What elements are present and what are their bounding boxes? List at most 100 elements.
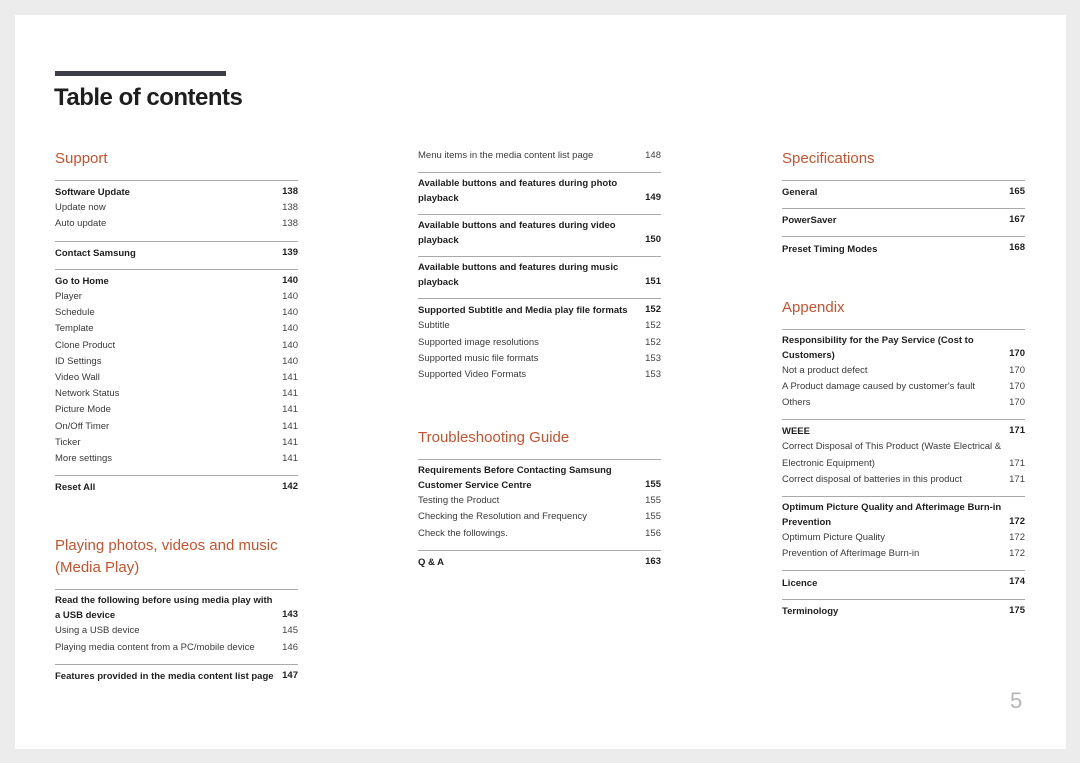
toc-entry-subitem[interactable]: Supported Video Formats 153 — [418, 367, 661, 383]
toc-entry-subitem[interactable]: Correct Disposal of This Product (Waste … — [782, 439, 1025, 471]
toc-entry-subitem[interactable]: ID Settings 140 — [55, 354, 298, 370]
toc-entry-subitem[interactable]: Supported music file formats 153 — [418, 351, 661, 367]
toc-group: WEEE 171 Correct Disposal of This Product … — [782, 419, 1025, 488]
toc-entry-subitem[interactable]: Prevention of Afterimage Burn-in 172 — [782, 546, 1025, 562]
toc-entry-subitem[interactable]: Auto update 138 — [55, 216, 298, 232]
toc-entry-page: 167 — [1009, 214, 1025, 226]
toc-subitem-label: Not a product defect — [782, 364, 868, 376]
toc-subitem-label: Prevention of Afterimage Burn-in — [782, 548, 920, 560]
toc-subitem-page: 140 — [282, 355, 298, 367]
toc-entry-label: Available buttons and features during ph… — [418, 178, 618, 205]
toc-subitem-page: 172 — [1009, 532, 1025, 544]
toc-entry-page: 172 — [1009, 515, 1025, 527]
toc-entry-heading[interactable]: PowerSaver 167 — [782, 212, 1025, 228]
toc-column-3: Specifications General 165 PowerSaver 167 Pre… — [782, 148, 1025, 619]
toc-group: Available buttons and features during vi… — [418, 214, 661, 248]
toc-entry-heading[interactable]: Preset Timing Modes 168 — [782, 240, 1025, 256]
toc-group: Reset All 142 — [55, 475, 298, 495]
toc-subitem-label: Optimum Picture Quality — [782, 532, 885, 544]
toc-entry-subitem[interactable]: Supported image resolutions 152 — [418, 335, 661, 351]
toc-entry-subitem[interactable]: Picture Mode 141 — [55, 402, 298, 418]
toc-entry-subitem[interactable]: Update now 138 — [55, 200, 298, 216]
toc-entry-subitem[interactable]: Others 170 — [782, 395, 1025, 411]
toc-entry-heading[interactable]: Contact Samsung 139 — [55, 245, 298, 261]
toc-entry-subitem[interactable]: A Product damage caused by customer's fa… — [782, 379, 1025, 395]
toc-entry-heading[interactable]: Terminology 175 — [782, 603, 1025, 619]
toc-subitem-label: Correct disposal of batteries in this pr… — [782, 473, 963, 485]
toc-subitem-label: On/Off Timer — [55, 420, 110, 432]
toc-entry-subitem[interactable]: More settings 141 — [55, 451, 298, 467]
toc-entry-heading[interactable]: Available buttons and features during vi… — [418, 218, 661, 248]
toc-entry-heading[interactable]: Requirements Before Contacting Samsung C… — [418, 463, 661, 493]
section-title[interactable]: Appendix — [782, 297, 1025, 319]
toc-entry-subitem[interactable]: Menu items in the media content list pag… — [418, 148, 661, 164]
toc-subitem-label: Video Wall — [55, 372, 100, 384]
toc-entry-subitem[interactable]: Not a product defect 170 — [782, 363, 1025, 379]
toc-entry-page: 139 — [282, 246, 298, 258]
toc-entry-subitem[interactable]: Check the followings. 156 — [418, 526, 661, 542]
toc-entry-subitem[interactable]: Using a USB device 145 — [55, 623, 298, 639]
toc-subitem-label: Using a USB device — [55, 625, 140, 637]
toc-subitem-page: 140 — [282, 307, 298, 319]
toc-entry-heading[interactable]: Available buttons and features during mu… — [418, 260, 661, 290]
toc-entry-heading[interactable]: Supported Subtitle and Media play file f… — [418, 302, 661, 318]
toc-entry-label: Preset Timing Modes — [782, 243, 878, 255]
toc-entry-heading[interactable]: Responsibility for the Pay Service (Cost… — [782, 333, 1025, 363]
title-accent-bar — [55, 71, 226, 76]
toc-entry-subitem[interactable]: Video Wall 141 — [55, 370, 298, 386]
toc-group: Menu items in the media content list pag… — [418, 148, 661, 164]
toc-entry-heading[interactable]: Licence 174 — [782, 574, 1025, 590]
toc-subitem-page: 172 — [1009, 548, 1025, 560]
toc-subitem-page: 153 — [645, 352, 661, 364]
toc-entry-heading[interactable]: Q & A 163 — [418, 554, 661, 570]
toc-entry-subitem[interactable]: Network Status 141 — [55, 386, 298, 402]
toc-entry-heading[interactable]: Software Update 138 — [55, 184, 298, 200]
toc-group: Terminology 175 — [782, 598, 1025, 619]
toc-subitem-page: 146 — [282, 641, 298, 653]
toc-entry-subitem[interactable]: Player 140 — [55, 289, 298, 305]
toc-entry-subitem[interactable]: Clone Product 140 — [55, 338, 298, 354]
toc-entry-heading[interactable]: Features provided in the media content l… — [55, 668, 298, 684]
toc-group: Licence 174 — [782, 570, 1025, 590]
toc-subitem-label: Schedule — [55, 307, 95, 319]
section-title[interactable]: Support — [55, 148, 298, 170]
toc-group: Preset Timing Modes 168 — [782, 236, 1025, 256]
toc-subitem-label: Update now — [55, 202, 106, 214]
toc-subitem-page: 141 — [282, 404, 298, 416]
toc-subitem-page: 171 — [1009, 457, 1025, 469]
toc-entry-heading[interactable]: General 165 — [782, 184, 1025, 200]
toc-group: Supported Subtitle and Media play file f… — [418, 298, 661, 383]
toc-subitem-page: 148 — [645, 150, 661, 161]
toc-entry-page: 151 — [645, 276, 661, 287]
toc-entry-subitem[interactable]: Optimum Picture Quality 172 — [782, 530, 1025, 546]
toc-entry-subitem[interactable]: Ticker 141 — [55, 435, 298, 451]
toc-group: Software Update 138 Update now 138 Auto upda… — [55, 180, 298, 233]
toc-entry-heading[interactable]: Read the following before using media pl… — [55, 593, 298, 623]
toc-group: PowerSaver 167 — [782, 208, 1025, 228]
toc-entry-page: 175 — [1009, 604, 1025, 616]
section-title[interactable]: Troubleshooting Guide — [418, 427, 661, 449]
toc-entry-subitem[interactable]: On/Off Timer 141 — [55, 419, 298, 435]
section-title[interactable]: Specifications — [782, 148, 1025, 170]
toc-group: Optimum Picture Quality and Afterimage B… — [782, 496, 1025, 562]
toc-entry-subitem[interactable]: Correct disposal of batteries in this pr… — [782, 472, 1025, 488]
toc-entry-label: WEEE — [782, 426, 810, 438]
toc-entry-heading[interactable]: Reset All 142 — [55, 479, 298, 495]
toc-entry-heading[interactable]: WEEE 171 — [782, 423, 1025, 439]
toc-entry-heading[interactable]: Available buttons and features during ph… — [418, 176, 661, 206]
toc-entry-page: 171 — [1009, 425, 1025, 437]
toc-section: Playing photos, videos and music (Media … — [55, 535, 298, 684]
toc-entry-heading[interactable]: Go to Home 140 — [55, 273, 298, 289]
section-title[interactable]: Playing photos, videos and music (Media … — [55, 535, 285, 579]
toc-entry-subitem[interactable]: Playing media content from a PC/mobile d… — [55, 640, 298, 656]
toc-entry-subitem[interactable]: Schedule 140 — [55, 305, 298, 321]
toc-entry-subitem[interactable]: Subtitle 152 — [418, 318, 661, 334]
toc-entry-heading[interactable]: Optimum Picture Quality and Afterimage B… — [782, 500, 1025, 530]
toc-subitem-page: 141 — [282, 388, 298, 400]
toc-entry-subitem[interactable]: Checking the Resolution and Frequency 155 — [418, 509, 661, 525]
toc-entry-subitem[interactable]: Template 140 — [55, 321, 298, 337]
toc-entry-subitem[interactable]: Testing the Product 155 — [418, 493, 661, 509]
toc-group: General 165 — [782, 180, 1025, 200]
toc-subitem-page: 145 — [282, 625, 298, 637]
toc-entry-label: Read the following before using media pl… — [55, 595, 273, 622]
